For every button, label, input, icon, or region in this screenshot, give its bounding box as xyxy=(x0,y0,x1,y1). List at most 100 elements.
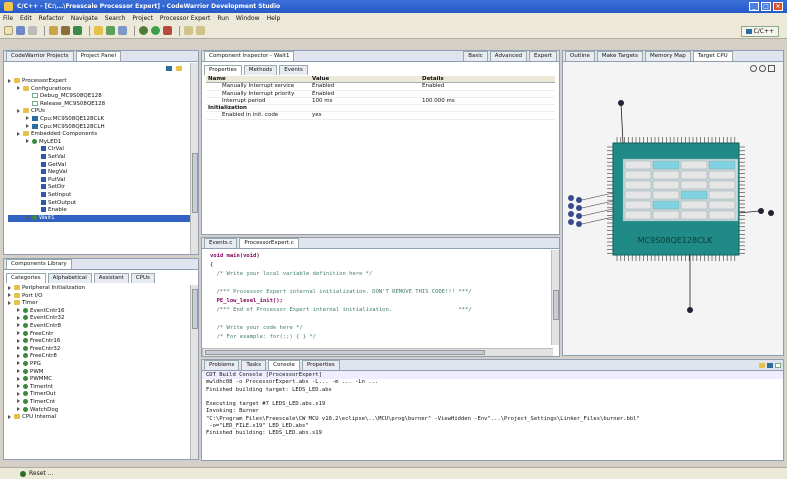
tab-outline[interactable]: Outline xyxy=(565,51,595,61)
tab-tasks[interactable]: Tasks xyxy=(241,360,267,370)
tree-item[interactable]: FreeCntr16 xyxy=(8,338,198,346)
tree-item[interactable]: EventCntr16 xyxy=(8,307,198,316)
back-icon[interactable] xyxy=(184,26,193,35)
print-icon[interactable] xyxy=(28,26,37,35)
tree-item[interactable]: EventCntr8 xyxy=(8,322,198,331)
expand-arrow-icon[interactable] xyxy=(8,300,11,305)
scrollbar-thumb[interactable] xyxy=(192,153,198,213)
expand-arrow-icon[interactable] xyxy=(17,376,20,381)
tab-methods[interactable]: Methods xyxy=(243,64,278,75)
peripheral-cell[interactable] xyxy=(680,190,708,200)
tab-make-targets[interactable]: Make Targets xyxy=(596,51,644,61)
property-value[interactable]: 100 ms xyxy=(310,98,420,104)
build-icon[interactable] xyxy=(49,26,58,35)
menu-window[interactable]: Window xyxy=(236,15,260,22)
tree-item[interactable]: SetDir xyxy=(8,184,198,192)
tab-cpus[interactable]: CPUs xyxy=(130,272,155,283)
project-scrollbar[interactable] xyxy=(190,63,198,254)
property-row[interactable]: Manually Interrupt priority Enabled xyxy=(206,91,555,98)
tree-item[interactable]: FreeCntr xyxy=(8,330,198,339)
peripheral-cell[interactable] xyxy=(708,200,736,210)
tab-target-cpu[interactable]: Target CPU xyxy=(692,51,733,61)
display-console-icon[interactable] xyxy=(775,362,781,368)
search-icon[interactable] xyxy=(118,26,127,35)
generate-code-icon[interactable] xyxy=(73,26,82,35)
tree-item[interactable]: TimerOut xyxy=(8,391,198,399)
expand-arrow-icon[interactable] xyxy=(17,323,20,328)
forward-icon[interactable] xyxy=(196,26,205,35)
scrollbar-thumb[interactable] xyxy=(553,290,559,320)
property-row[interactable]: Enabled in init. code yes xyxy=(206,112,555,120)
peripheral-cell[interactable] xyxy=(680,170,708,180)
peripheral-cell[interactable] xyxy=(652,170,680,180)
pin-console-icon[interactable] xyxy=(767,362,773,368)
tree-item[interactable]: EventCntr32 xyxy=(8,315,198,323)
menu-navigate[interactable]: Navigate xyxy=(71,15,98,22)
close-button[interactable]: × xyxy=(773,2,783,11)
tree-item[interactable]: PPG xyxy=(8,360,198,369)
library-scrollbar[interactable] xyxy=(190,285,198,459)
peripheral-cell[interactable] xyxy=(680,160,708,170)
expert-mode-button[interactable]: Expert xyxy=(528,51,557,61)
expand-arrow-icon[interactable] xyxy=(17,308,20,313)
peripheral-cell[interactable] xyxy=(652,180,680,190)
peripheral-cell[interactable] xyxy=(708,170,736,180)
expand-arrow-icon[interactable] xyxy=(17,131,20,136)
menu-processor-expert[interactable]: Processor Expert xyxy=(160,15,210,22)
tree-item[interactable]: CPUs xyxy=(8,108,198,116)
expand-arrow-icon[interactable] xyxy=(17,361,20,366)
collapse-all-icon[interactable] xyxy=(166,66,173,71)
peripheral-cell[interactable] xyxy=(680,180,708,190)
property-value[interactable]: yes xyxy=(310,112,420,118)
new-class-icon[interactable] xyxy=(106,26,115,35)
tree-item[interactable]: Configurations xyxy=(8,85,198,94)
menu-project[interactable]: Project xyxy=(132,15,153,22)
tree-item[interactable]: NegVal xyxy=(8,169,198,177)
tree-item[interactable]: Release_MC9S08QE128 xyxy=(8,100,198,109)
expand-arrow-icon[interactable] xyxy=(26,215,29,220)
expand-arrow-icon[interactable] xyxy=(17,315,20,320)
expand-arrow-icon[interactable] xyxy=(8,78,11,83)
expand-arrow-icon[interactable] xyxy=(17,391,20,396)
link-editor-icon[interactable] xyxy=(176,66,182,71)
peripheral-cell[interactable] xyxy=(624,170,652,180)
expand-arrow-icon[interactable] xyxy=(17,353,20,358)
expand-arrow-icon[interactable] xyxy=(17,399,20,404)
menu-help[interactable]: Help xyxy=(267,15,281,22)
tree-item[interactable]: PutVal xyxy=(8,176,198,185)
tab-events[interactable]: Events xyxy=(279,64,308,75)
minimize-button[interactable]: _ xyxy=(749,2,759,11)
tree-item[interactable]: CPU Internal xyxy=(8,414,198,422)
expand-arrow-icon[interactable] xyxy=(26,116,29,121)
tree-item[interactable]: TimerCnt xyxy=(8,398,198,407)
tree-item[interactable]: PWM xyxy=(8,368,198,377)
console-output[interactable]: mwldhc08 -o ProcessorExpert.abs -L... -m… xyxy=(202,379,783,447)
tab-properties-view[interactable]: Properties xyxy=(301,360,340,370)
perspective-switcher[interactable]: C/C++ xyxy=(740,26,779,37)
debug-icon[interactable] xyxy=(139,26,148,35)
expand-arrow-icon[interactable] xyxy=(17,384,20,389)
expand-arrow-icon[interactable] xyxy=(26,139,29,144)
expand-arrow-icon[interactable] xyxy=(8,285,11,290)
expand-arrow-icon[interactable] xyxy=(8,293,11,298)
expand-arrow-icon[interactable] xyxy=(8,414,11,419)
peripheral-cell[interactable] xyxy=(652,200,680,210)
menu-search[interactable]: Search xyxy=(105,15,126,22)
advanced-mode-button[interactable]: Advanced xyxy=(489,51,527,61)
tab-events-c[interactable]: Events.c xyxy=(204,238,238,248)
peripheral-cell[interactable] xyxy=(680,200,708,210)
tree-item[interactable]: Embedded Components xyxy=(8,131,198,139)
peripheral-cell[interactable] xyxy=(624,190,652,200)
scrollbar-thumb[interactable] xyxy=(205,350,485,355)
editor-hscrollbar[interactable] xyxy=(202,348,553,356)
tab-properties[interactable]: Properties xyxy=(204,64,242,75)
property-value[interactable] xyxy=(310,105,420,111)
peripheral-cell[interactable] xyxy=(652,210,680,220)
tree-item[interactable]: FreeCntr8 xyxy=(8,353,198,361)
tree-item[interactable]: SetVal xyxy=(8,153,198,162)
tree-item[interactable]: Port I/O xyxy=(8,292,198,301)
expand-arrow-icon[interactable] xyxy=(26,124,29,129)
property-row[interactable]: Manually Interrupt service Enabled Enabled xyxy=(206,83,555,91)
tree-item[interactable]: Debug_MC9S08QE128 xyxy=(8,93,198,101)
peripheral-cell[interactable] xyxy=(680,210,708,220)
